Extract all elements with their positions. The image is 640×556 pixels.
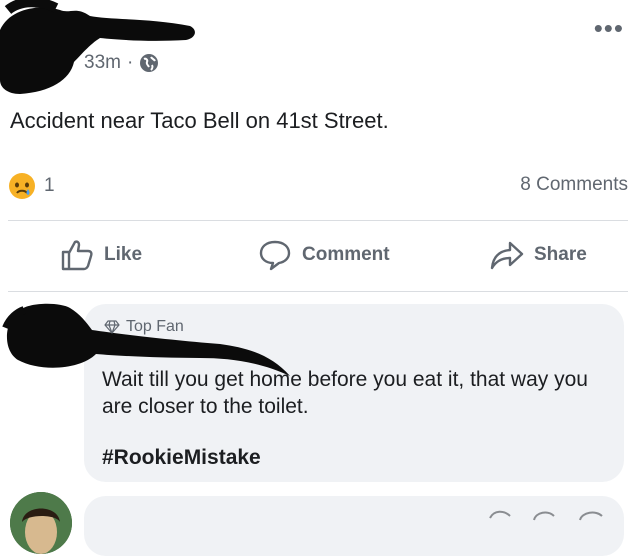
- comment-tools-icons: [489, 510, 603, 521]
- post-time[interactable]: 33m: [84, 52, 121, 74]
- hashtag-link[interactable]: #RookieMistake: [102, 446, 261, 470]
- diamond-icon: [104, 320, 120, 334]
- share-button[interactable]: Share: [490, 238, 587, 272]
- comments-count-link[interactable]: 8 Comments: [520, 174, 628, 196]
- share-label: Share: [534, 244, 587, 265]
- divider: [8, 291, 628, 292]
- redacted-author-scribble: [0, 0, 195, 95]
- comment-bubble-icon: [259, 240, 291, 271]
- post-meta: 33m ·: [84, 52, 159, 74]
- reaction-count: 1: [44, 175, 55, 196]
- post-text: Accident near Taco Bell on 41st Street.: [10, 108, 389, 133]
- meta-separator: ·: [126, 52, 134, 73]
- top-fan-label: Top Fan: [126, 318, 184, 335]
- comment-button[interactable]: Comment: [258, 238, 390, 272]
- sad-face-icon: [9, 173, 35, 199]
- like-button[interactable]: Like: [60, 238, 142, 272]
- reaction-summary[interactable]: 1: [8, 172, 55, 200]
- avatar[interactable]: [10, 492, 72, 554]
- share-arrow-icon: [490, 241, 524, 270]
- avatar-photo: [10, 492, 72, 554]
- more-options-button[interactable]: •••: [594, 15, 624, 41]
- top-fan-badge: Top Fan: [104, 318, 184, 336]
- like-label: Like: [104, 244, 143, 265]
- comment-text: Wait till you get home before you eat it…: [102, 368, 588, 418]
- globe-icon: [140, 54, 159, 72]
- divider: [8, 220, 628, 221]
- comment-label: Comment: [302, 244, 390, 265]
- thumbs-up-icon: [61, 240, 93, 271]
